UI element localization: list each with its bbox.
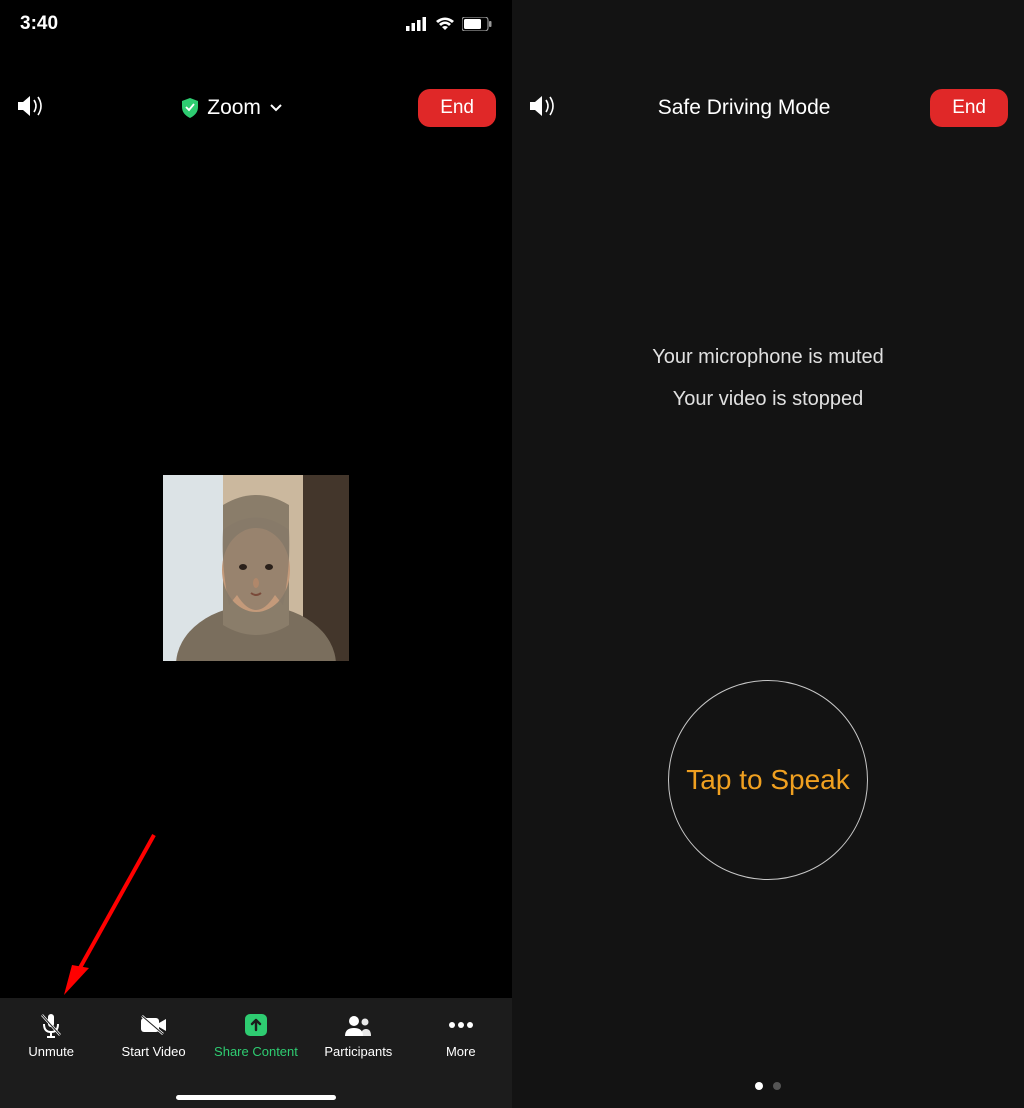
- page-dot[interactable]: [755, 1082, 763, 1090]
- home-indicator[interactable]: [176, 1095, 336, 1100]
- signal-icon: [406, 17, 428, 31]
- zoom-meeting-screen: 3:40 Zoom End: [0, 0, 512, 1108]
- share-content-button[interactable]: Share Content: [206, 1012, 306, 1059]
- participants-icon: [343, 1012, 373, 1038]
- unmute-button[interactable]: Unmute: [1, 1012, 101, 1059]
- participants-button[interactable]: Participants: [308, 1012, 408, 1059]
- more-button[interactable]: More: [411, 1012, 511, 1059]
- safe-title: Safe Driving Mode: [558, 96, 930, 120]
- toolbar-label: More: [446, 1044, 476, 1059]
- tap-to-speak-label: Tap to Speak: [686, 764, 849, 796]
- end-button[interactable]: End: [418, 89, 496, 127]
- safe-driving-screen: Safe Driving Mode End Your microphone is…: [512, 0, 1024, 1108]
- speaker-icon[interactable]: [528, 93, 558, 124]
- status-indicators: [406, 17, 492, 31]
- share-icon: [243, 1012, 269, 1038]
- chevron-down-icon: [269, 103, 283, 113]
- battery-icon: [462, 17, 492, 31]
- toolbar-label: Share Content: [214, 1044, 298, 1059]
- mic-muted-icon: [38, 1012, 64, 1038]
- end-button[interactable]: End: [930, 89, 1008, 127]
- status-time: 3:40: [20, 13, 58, 35]
- toolbar-label: Unmute: [28, 1044, 74, 1059]
- toolbar-label: Participants: [324, 1044, 392, 1059]
- speaker-icon[interactable]: [16, 93, 46, 124]
- page-dot[interactable]: [773, 1082, 781, 1090]
- toolbar-label: Start Video: [122, 1044, 186, 1059]
- wifi-icon: [435, 17, 455, 31]
- page-indicator[interactable]: [755, 1082, 781, 1090]
- meeting-toolbar: Unmute Start Video Share Content Partici…: [0, 998, 512, 1108]
- tap-to-speak-button[interactable]: Tap to Speak: [668, 680, 868, 880]
- safe-top-bar: Safe Driving Mode End: [512, 80, 1024, 136]
- start-video-button[interactable]: Start Video: [104, 1012, 204, 1059]
- video-off-icon: [139, 1012, 169, 1038]
- participant-video-tile[interactable]: [163, 475, 349, 661]
- video-stopped-message: Your video is stopped: [512, 384, 1024, 414]
- more-icon: [448, 1012, 474, 1038]
- shield-icon: [181, 98, 199, 118]
- safe-status-messages: Your microphone is muted Your video is s…: [512, 330, 1024, 426]
- meeting-title[interactable]: Zoom: [46, 96, 418, 120]
- mic-muted-message: Your microphone is muted: [512, 342, 1024, 372]
- video-area[interactable]: [0, 138, 512, 998]
- meeting-title-text: Zoom: [207, 96, 261, 120]
- meeting-top-bar: Zoom End: [0, 80, 512, 136]
- ios-status-bar: 3:40: [0, 0, 512, 48]
- safe-title-text: Safe Driving Mode: [658, 96, 831, 120]
